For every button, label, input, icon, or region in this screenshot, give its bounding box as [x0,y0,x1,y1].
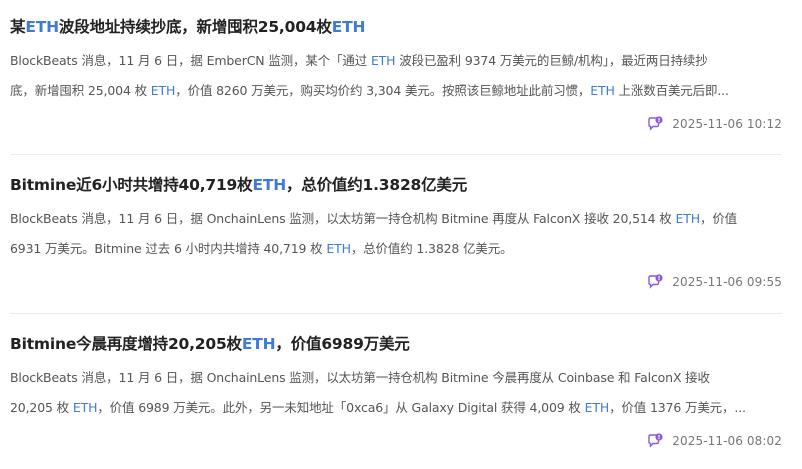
comment-bubble-icon[interactable] [646,115,664,133]
eth-link[interactable]: ETH [151,83,176,98]
news-item[interactable]: Bitmine近6小时共增持40,719枚ETH，总价值约1.3828亿美元 B… [10,158,782,308]
comment-bubble-icon[interactable] [646,432,664,450]
publish-time: 2025-11-06 10:12 [672,117,782,131]
eth-tag[interactable]: ETH [252,176,286,194]
news-item[interactable]: 某ETH波段地址持续抄底，新增囤积25,004枚ETH BlockBeats 消… [10,0,782,150]
news-title[interactable]: Bitmine今晨再度增持20,205枚ETH，价值6989万美元 [10,332,410,356]
publish-time: 2025-11-06 08:02 [672,434,782,448]
eth-link[interactable]: ETH [371,53,396,68]
news-item[interactable]: Bitmine今晨再度增持20,205枚ETH，价值6989万美元 BlockB… [10,317,782,467]
summary-line: 底，新增囤积 25,004 枚 ETH，价值 8260 万美元，购买均价约 3,… [10,83,729,98]
eth-tag[interactable]: ETH [25,18,59,36]
divider [10,313,782,314]
news-meta: 2025-11-06 09:55 [646,273,782,291]
news-feed: 某ETH波段地址持续抄底，新增囤积25,004枚ETH BlockBeats 消… [0,0,802,469]
eth-link[interactable]: ETH [675,211,700,226]
eth-link[interactable]: ETH [585,400,610,415]
news-summary: BlockBeats 消息，11 月 6 日，据 OnchainLens 监测，… [10,204,782,264]
news-meta: 2025-11-06 08:02 [646,432,782,450]
eth-tag[interactable]: ETH [332,18,366,36]
news-title[interactable]: 某ETH波段地址持续抄底，新增囤积25,004枚ETH [10,15,365,39]
eth-link[interactable]: ETH [590,83,615,98]
news-meta: 2025-11-06 10:12 [646,115,782,133]
summary-line: 6931 万美元。Bitmine 过去 6 小时内共增持 40,719 枚 ET… [10,241,513,256]
news-title[interactable]: Bitmine近6小时共增持40,719枚ETH，总价值约1.3828亿美元 [10,173,467,197]
eth-link[interactable]: ETH [326,241,351,256]
summary-line: BlockBeats 消息，11 月 6 日，据 OnchainLens 监测，… [10,370,710,385]
eth-tag[interactable]: ETH [242,335,276,353]
news-summary: BlockBeats 消息，11 月 6 日，据 OnchainLens 监测，… [10,363,782,423]
eth-link[interactable]: ETH [73,400,98,415]
publish-time: 2025-11-06 09:55 [672,275,782,289]
news-summary: BlockBeats 消息，11 月 6 日，据 EmberCN 监测，某个「通… [10,46,782,106]
summary-line: BlockBeats 消息，11 月 6 日，据 EmberCN 监测，某个「通… [10,53,708,68]
summary-line: 20,205 枚 ETH，价值 6989 万美元。此外，另一未知地址「0xca6… [10,400,746,415]
divider [10,154,782,155]
comment-bubble-icon[interactable] [646,273,664,291]
summary-line: BlockBeats 消息，11 月 6 日，据 OnchainLens 监测，… [10,211,738,226]
